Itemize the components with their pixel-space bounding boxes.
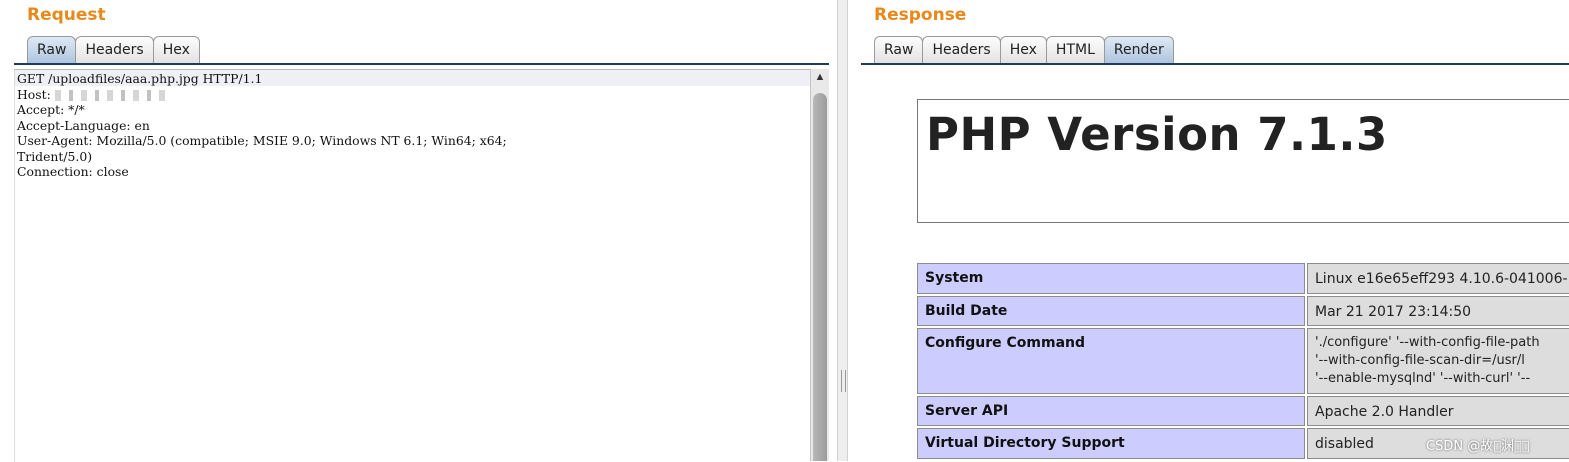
splitter-grip-icon[interactable] xyxy=(841,370,846,392)
php-version-title: PHP Version 7.1.3 xyxy=(926,108,1388,161)
request-tab-headers[interactable]: Headers xyxy=(75,36,154,63)
csdn-watermark: CSDN @故 渊   xyxy=(1426,439,1530,454)
info-key: Virtual Directory Support xyxy=(917,428,1305,459)
response-tab-raw[interactable]: Raw xyxy=(874,36,924,63)
request-text: GET /uploadfiles/aaa.php.jpg HTTP/1.1 Ho… xyxy=(17,71,507,180)
scroll-up-arrow-icon[interactable]: ▲ xyxy=(811,71,829,87)
pane-splitter[interactable] xyxy=(837,0,848,461)
info-row-build-date: Build Date Mar 21 2017 23:14:50 xyxy=(917,296,1569,326)
php-version-header: PHP Version 7.1.3 xyxy=(917,99,1569,223)
response-tab-render[interactable]: Render xyxy=(1103,36,1174,63)
request-line: Connection: close xyxy=(17,164,129,179)
response-tab-underline xyxy=(861,63,1569,65)
request-line: GET /uploadfiles/aaa.php.jpg HTTP/1.1 xyxy=(17,71,263,86)
request-line: User-Agent: Mozilla/5.0 (compatible; MSI… xyxy=(17,133,507,148)
response-tab-hex[interactable]: Hex xyxy=(999,36,1047,63)
request-tab-underline xyxy=(14,63,829,65)
info-key: Configure Command xyxy=(917,328,1305,394)
info-value: Mar 21 2017 23:14:50 xyxy=(1307,296,1569,326)
request-tab-raw[interactable]: Raw xyxy=(27,36,77,63)
info-value: './configure' '--with-config-file-path '… xyxy=(1307,328,1569,394)
request-tab-hex[interactable]: Hex xyxy=(152,36,200,63)
request-title: Request xyxy=(27,5,106,25)
request-line: Host: xyxy=(17,86,55,102)
info-value: Linux e16e65eff293 4.10.6-041006- xyxy=(1307,263,1569,294)
response-title: Response xyxy=(874,5,967,25)
request-line: Accept-Language: en xyxy=(17,117,150,133)
info-value: Apache 2.0 Handler xyxy=(1307,396,1569,426)
info-row-system: System Linux e16e65eff293 4.10.6-041006- xyxy=(917,263,1569,294)
request-tabs: Raw Headers Hex xyxy=(27,36,200,64)
info-row-configure-command: Configure Command './configure' '--with-… xyxy=(917,328,1569,394)
scroll-thumb[interactable] xyxy=(813,93,827,461)
response-tab-headers[interactable]: Headers xyxy=(922,36,1001,63)
response-tabs: Raw Headers Hex HTML Render xyxy=(874,36,1174,64)
response-tab-html[interactable]: HTML xyxy=(1045,36,1105,63)
info-row-server-api: Server API Apache 2.0 Handler xyxy=(917,396,1569,426)
request-line: Accept: */* xyxy=(17,102,85,117)
request-editor[interactable]: GET /uploadfiles/aaa.php.jpg HTTP/1.1 Ho… xyxy=(14,69,811,462)
request-line: Trident/5.0) xyxy=(17,148,93,164)
info-key: Server API xyxy=(917,396,1305,426)
info-key: Build Date xyxy=(917,296,1305,326)
redacted-host xyxy=(54,89,165,101)
info-key: System xyxy=(917,263,1305,294)
request-scrollbar[interactable]: ▲ xyxy=(810,69,829,461)
